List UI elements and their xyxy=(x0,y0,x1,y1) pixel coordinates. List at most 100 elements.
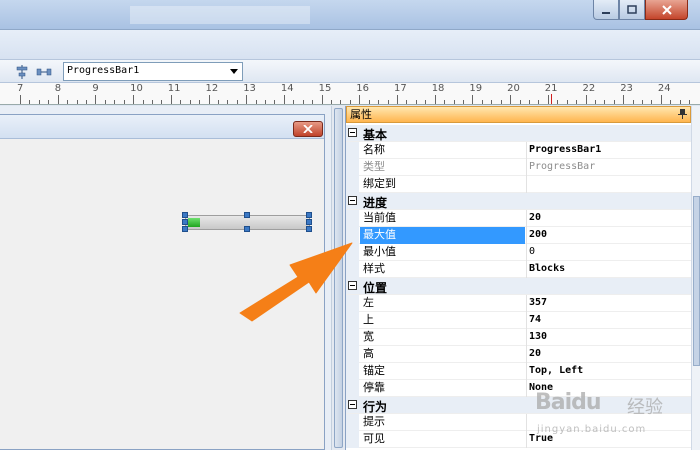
property-name: 左 xyxy=(363,296,374,309)
ruler-tick xyxy=(104,100,106,104)
collapse-toggle-icon[interactable] xyxy=(348,400,357,409)
maximize-button[interactable] xyxy=(619,0,645,20)
close-icon xyxy=(303,125,313,133)
ruler-tick xyxy=(274,100,276,104)
ruler-tick xyxy=(161,100,163,104)
ruler-tick xyxy=(67,100,69,104)
ruler-tick xyxy=(368,100,370,104)
property-value[interactable]: 20 xyxy=(526,210,691,227)
property-value[interactable]: 130 xyxy=(526,329,691,346)
ruler-tick xyxy=(585,95,587,104)
ruler-tick xyxy=(114,100,116,104)
ruler-tick xyxy=(142,100,144,104)
property-row[interactable]: 最大值 200 xyxy=(346,227,691,244)
ruler-label: 9 xyxy=(92,83,99,94)
ruler-tick xyxy=(679,100,681,104)
ruler-tick xyxy=(444,100,446,104)
property-row-margin xyxy=(346,380,359,397)
property-value[interactable]: 357 xyxy=(526,295,691,312)
ruler-label: 20 xyxy=(507,83,520,94)
distribute-icon[interactable] xyxy=(36,64,52,80)
maximize-icon xyxy=(627,4,637,14)
property-row[interactable]: 绑定到 xyxy=(346,176,691,193)
pin-icon[interactable] xyxy=(677,109,687,119)
ruler-tick xyxy=(283,95,285,104)
window-titlebar xyxy=(0,0,700,30)
property-category[interactable]: 基本 xyxy=(346,125,691,142)
resize-handle[interactable] xyxy=(182,212,188,218)
properties-scrollbar-thumb[interactable] xyxy=(693,196,700,366)
ruler-tick xyxy=(481,100,483,104)
property-value[interactable]: 0 xyxy=(526,244,691,261)
ruler-tick xyxy=(594,100,596,104)
ruler-tick xyxy=(500,100,502,104)
property-row[interactable]: 名称 ProgressBar1 xyxy=(346,142,691,159)
collapse-toggle-icon[interactable] xyxy=(348,128,357,137)
resize-handle[interactable] xyxy=(306,212,312,218)
ruler-label: 7 xyxy=(17,83,24,94)
property-row[interactable]: 锚定 Top, Left xyxy=(346,363,691,380)
ruler-tick xyxy=(265,100,267,104)
property-value[interactable]: 74 xyxy=(526,312,691,329)
property-row[interactable]: 样式 Blocks xyxy=(346,261,691,278)
resize-handle[interactable] xyxy=(244,212,250,218)
property-category-label: 行为 xyxy=(363,400,388,414)
ruler-tick xyxy=(236,100,238,104)
close-button[interactable] xyxy=(645,0,688,20)
ruler-tick xyxy=(302,100,304,104)
ruler-tick xyxy=(208,95,210,104)
ruler-tick xyxy=(76,100,78,104)
property-name: 宽 xyxy=(363,330,374,343)
property-value[interactable]: 20 xyxy=(526,346,691,363)
property-name: 上 xyxy=(363,313,374,326)
ruler-tick xyxy=(85,100,87,104)
property-value[interactable]: ProgressBar1 xyxy=(526,142,691,159)
ruler-tick xyxy=(528,100,530,104)
ruler-tick xyxy=(519,100,521,104)
resize-handle[interactable] xyxy=(182,219,188,225)
watermark-brand: Baidu xyxy=(535,390,602,415)
resize-handle[interactable] xyxy=(182,226,188,232)
form-close-button[interactable] xyxy=(293,121,323,137)
ruler-tick xyxy=(95,95,97,104)
property-value[interactable]: ProgressBar xyxy=(526,159,691,176)
ruler-tick xyxy=(538,100,540,104)
property-category[interactable]: 进度 xyxy=(346,193,691,210)
ruler-tick xyxy=(613,100,615,104)
ruler-tick xyxy=(642,100,644,104)
property-row[interactable]: 宽 130 xyxy=(346,329,691,346)
ruler-label: 15 xyxy=(318,83,332,94)
component-select[interactable]: ProgressBar1 xyxy=(63,62,243,81)
property-row[interactable]: 上 74 xyxy=(346,312,691,329)
minimize-icon xyxy=(602,11,610,14)
chevron-down-icon[interactable] xyxy=(226,64,241,79)
ruler-tick xyxy=(660,95,662,104)
property-value[interactable]: Top, Left xyxy=(526,363,691,380)
property-name: 类型 xyxy=(363,160,385,173)
property-row[interactable]: 左 357 xyxy=(346,295,691,312)
property-value[interactable] xyxy=(526,176,691,193)
ruler-label: 11 xyxy=(167,83,181,94)
property-category[interactable]: 位置 xyxy=(346,278,691,295)
property-row[interactable]: 最小值 0 xyxy=(346,244,691,261)
property-name: 样式 xyxy=(363,262,385,275)
ruler-tick xyxy=(29,100,31,104)
property-row[interactable]: 当前值 20 xyxy=(346,210,691,227)
ruler-tick xyxy=(255,100,257,104)
close-icon xyxy=(661,4,672,15)
property-row[interactable]: 类型 ProgressBar xyxy=(346,159,691,176)
ruler-label: 21 xyxy=(544,83,558,94)
ruler-tick xyxy=(415,100,417,104)
horizontal-ruler: 7 8 9 10 11 12 13 14 15 16 17 18 19 20 21 22 23 24 xyxy=(0,83,700,105)
minimize-button[interactable] xyxy=(593,0,619,20)
ruler-tick xyxy=(547,95,549,104)
property-row[interactable]: 高 20 xyxy=(346,346,691,363)
property-value[interactable]: Blocks xyxy=(526,261,691,278)
watermark: Baidu 经验 jingyan.baidu.com xyxy=(535,390,695,445)
ruler-tick xyxy=(340,100,342,104)
ruler-label: 8 xyxy=(54,83,62,94)
collapse-toggle-icon[interactable] xyxy=(348,196,357,205)
align-icon[interactable] xyxy=(14,64,30,80)
property-value[interactable]: 200 xyxy=(526,227,691,244)
ruler-tick xyxy=(462,100,464,104)
